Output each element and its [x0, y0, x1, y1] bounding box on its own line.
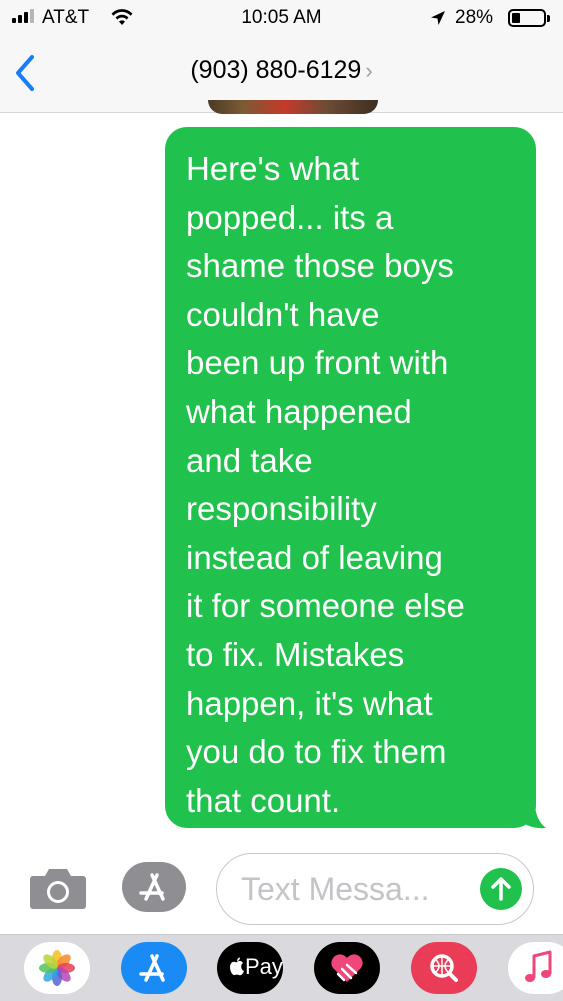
music-app-button[interactable] — [508, 942, 563, 994]
contact-header[interactable]: (903) 880-6129 › — [0, 56, 563, 85]
music-icon — [525, 950, 552, 982]
previous-image-attachment[interactable] — [208, 100, 378, 114]
apple-pay-button[interactable]: Pay — [217, 942, 283, 994]
battery-icon — [508, 9, 546, 27]
status-bar: AT&T 10:05 AM 28% — [0, 0, 563, 36]
apple-pay-icon — [230, 957, 244, 976]
camera-icon[interactable] — [29, 866, 87, 910]
photos-app-button[interactable] — [24, 942, 90, 994]
app-store-icon — [139, 873, 165, 901]
battery-percent: 28% — [455, 7, 494, 28]
message-placeholder: Text Messa... — [241, 871, 430, 907]
apple-pay-label: Pay — [245, 954, 283, 979]
image-search-icon — [430, 954, 458, 982]
send-button[interactable] — [480, 868, 522, 910]
bubble-tail — [512, 792, 546, 829]
digital-touch-icon — [331, 954, 363, 982]
app-store-icon — [139, 954, 165, 982]
send-arrow-icon — [491, 877, 511, 901]
image-search-button[interactable] — [411, 942, 477, 994]
battery-cap — [547, 15, 550, 22]
contact-chevron-icon[interactable]: › — [365, 58, 372, 83]
location-icon — [431, 11, 445, 25]
app-store-app-button[interactable] — [121, 942, 187, 994]
app-drawer: Pay — [0, 934, 563, 1001]
sent-message-bubble[interactable]: Here's what popped... its a shame those … — [165, 127, 536, 828]
battery-level — [512, 13, 520, 23]
digital-touch-button[interactable] — [314, 942, 380, 994]
contact-name[interactable]: (903) 880-6129 — [190, 56, 361, 84]
app-store-button[interactable] — [122, 862, 186, 912]
photos-icon — [39, 950, 75, 986]
